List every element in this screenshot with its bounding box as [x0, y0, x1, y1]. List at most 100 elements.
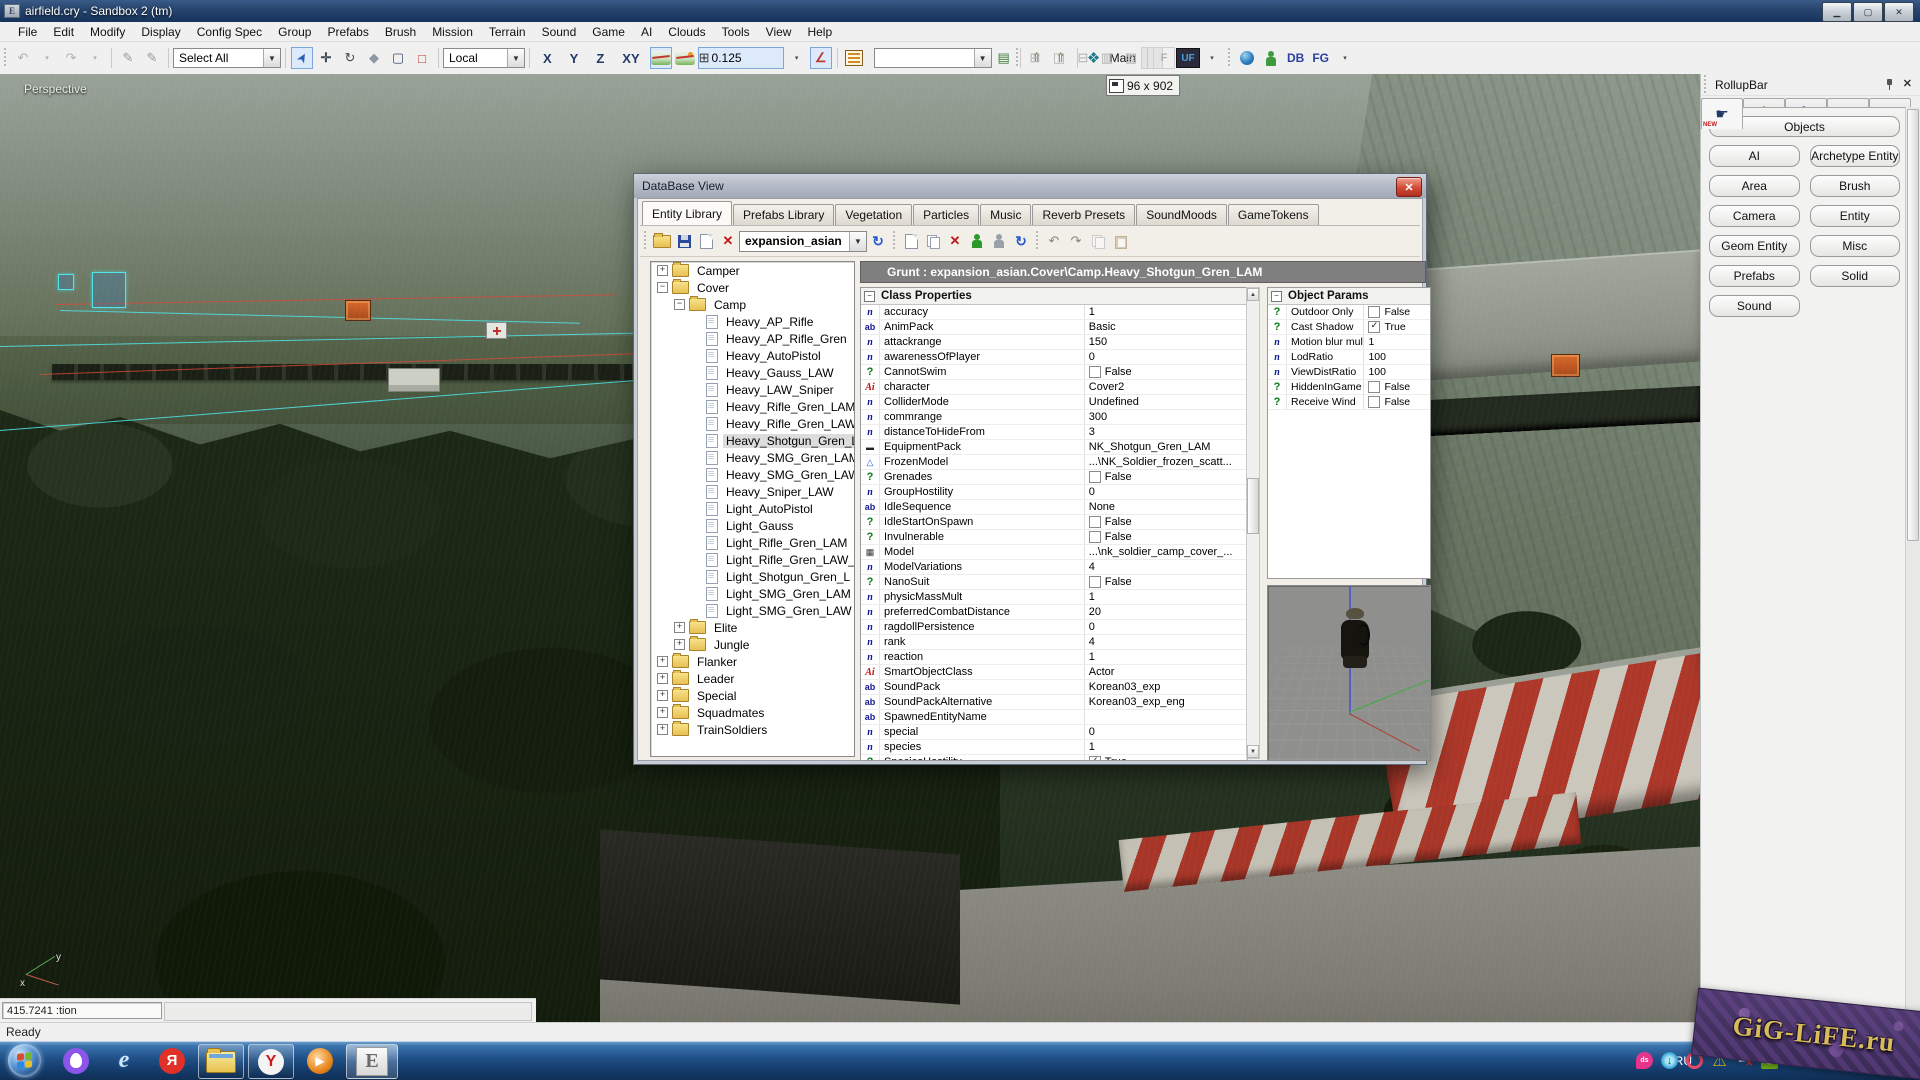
combo-arrow-icon[interactable]: ▼: [507, 49, 524, 67]
library-combo[interactable]: expansion_asian ▼: [739, 231, 867, 252]
property-row-rank[interactable]: nrank4: [861, 635, 1247, 650]
tree-item-light-rifle-gren-lam[interactable]: Light_Rifle_Gren_LAM: [651, 534, 854, 551]
property-row-ragdollpersistence[interactable]: nragdollPersistence0: [861, 620, 1247, 635]
paste-icon[interactable]: [1110, 231, 1130, 251]
property-value[interactable]: 150: [1085, 335, 1247, 349]
toolbar-grip[interactable]: [1227, 48, 1232, 68]
scroll-thumb[interactable]: [1907, 109, 1919, 541]
dialog-tab-prefabs-library[interactable]: Prefabs Library: [733, 204, 834, 225]
property-row-receive-wind[interactable]: ?Receive WindFalse: [1268, 395, 1430, 410]
dialog-tab-particles[interactable]: Particles: [913, 204, 979, 225]
dialog-tab-gametokens[interactable]: GameTokens: [1228, 204, 1319, 225]
checkbox-unchecked[interactable]: [1089, 366, 1101, 378]
taskbar-app-launcher[interactable]: [56, 1044, 96, 1077]
tree-item-cover[interactable]: −Cover: [651, 279, 854, 296]
menu-file[interactable]: File: [10, 23, 45, 41]
scroll-down-icon[interactable]: ▼: [1247, 745, 1259, 758]
property-row-grenades[interactable]: ?GrenadesFalse: [861, 470, 1247, 485]
update-tray-icon[interactable]: ↓: [1661, 1052, 1678, 1069]
move-tool-icon[interactable]: [315, 47, 337, 69]
close-rollup-icon[interactable]: ✕: [1903, 77, 1912, 90]
save-library-icon[interactable]: [674, 231, 694, 251]
scale-tool-icon[interactable]: [363, 47, 385, 69]
get-from-selection-icon[interactable]: [989, 231, 1009, 251]
properties-scrollbar[interactable]: ▲ ▼: [1246, 287, 1260, 759]
tree-item-heavy-ap-rifle[interactable]: Heavy_AP_Rifle: [651, 313, 854, 330]
checkbox-unchecked[interactable]: [1089, 471, 1101, 483]
copy-icon[interactable]: [1088, 231, 1108, 251]
property-row-preferredcombatdistance[interactable]: npreferredCombatDistance20: [861, 605, 1247, 620]
toolbar-grip[interactable]: [3, 48, 8, 68]
select-mode-combo[interactable]: Select All ▼: [173, 48, 281, 68]
collapse-icon[interactable]: −: [1271, 291, 1282, 302]
property-value[interactable]: 0: [1085, 620, 1247, 634]
property-row-equipmentpack[interactable]: ▬EquipmentPackNK_Shotgun_Gren_LAM: [861, 440, 1247, 455]
property-row-model[interactable]: ▦Model...\nk_soldier_camp_cover_...: [861, 545, 1247, 560]
property-value[interactable]: NK_Shotgun_Gren_LAM: [1085, 440, 1247, 454]
menu-group[interactable]: Group: [270, 23, 319, 41]
pin-icon[interactable]: [1884, 79, 1894, 89]
tree-item-heavy-autopistol[interactable]: Heavy_AutoPistol: [651, 347, 854, 364]
undo-icon[interactable]: [12, 47, 34, 69]
align-grid-icon[interactable]: [1072, 47, 1094, 69]
ai-debug-icon[interactable]: [1260, 47, 1282, 69]
property-value[interactable]: Korean03_exp_eng: [1085, 695, 1247, 709]
menu-view[interactable]: View: [758, 23, 800, 41]
property-row-idlestartonspawn[interactable]: ?IdleStartOnSpawnFalse: [861, 515, 1247, 530]
property-value[interactable]: 300: [1085, 410, 1247, 424]
property-value[interactable]: ✓True: [1085, 755, 1247, 761]
property-value[interactable]: 1: [1085, 590, 1247, 604]
select-area-icon[interactable]: [411, 47, 433, 69]
menu-brush[interactable]: Brush: [377, 23, 424, 41]
checkbox-unchecked[interactable]: [1089, 531, 1101, 543]
axis-button-x[interactable]: X: [535, 47, 560, 69]
grid-snap-combo[interactable]: 0.125: [698, 47, 784, 69]
property-row-nanosuit[interactable]: ?NanoSuitFalse: [861, 575, 1247, 590]
terrain-snap-icon[interactable]: [674, 47, 696, 69]
menu-terrain[interactable]: Terrain: [481, 23, 534, 41]
taskbar-media-player[interactable]: ▶: [300, 1044, 340, 1077]
property-value[interactable]: False: [1085, 515, 1247, 529]
property-row-animpack[interactable]: abAnimPackBasic: [861, 320, 1247, 335]
property-value[interactable]: 4: [1085, 560, 1247, 574]
clone-item-icon[interactable]: [923, 231, 943, 251]
checkbox-unchecked[interactable]: [1089, 576, 1101, 588]
tree-item-light-smg-gren-law[interactable]: Light_SMG_Gren_LAW: [651, 602, 854, 619]
property-value[interactable]: 1: [1085, 650, 1247, 664]
object-button-brush[interactable]: Brush: [1810, 175, 1901, 197]
property-value[interactable]: 3: [1085, 425, 1247, 439]
ds-tray-icon[interactable]: ds: [1636, 1052, 1653, 1069]
drop-terrain-icon[interactable]: [1096, 47, 1118, 69]
object-button-archetype-entity[interactable]: Archetype Entity: [1810, 145, 1901, 167]
add-item-icon[interactable]: [901, 231, 921, 251]
reload-item-icon[interactable]: ↻: [1011, 231, 1031, 251]
property-value[interactable]: Undefined: [1085, 395, 1247, 409]
expand-toggle[interactable]: −: [657, 282, 668, 293]
terrain-follow-icon[interactable]: [650, 47, 672, 69]
property-value[interactable]: Cover2: [1085, 380, 1247, 394]
maximize-button[interactable]: ▢: [1853, 2, 1883, 22]
tree-item-heavy-ap-rifle-gren[interactable]: Heavy_AP_Rifle_Gren: [651, 330, 854, 347]
angle-snap-icon[interactable]: [810, 47, 832, 69]
object-button-misc[interactable]: Misc: [1810, 235, 1901, 257]
checkbox-checked[interactable]: ✓: [1089, 756, 1101, 761]
tree-item-heavy-law-sniper[interactable]: Heavy_LAW_Sniper: [651, 381, 854, 398]
property-row-modelvariations[interactable]: nModelVariations4: [861, 560, 1247, 575]
add-library-icon[interactable]: [696, 231, 716, 251]
dialog-tab-reverb-presets[interactable]: Reverb Presets: [1032, 204, 1135, 225]
tree-item-squadmates[interactable]: +Squadmates: [651, 704, 854, 721]
remove-library-icon[interactable]: ✕: [718, 231, 738, 251]
model-preview[interactable]: [1267, 585, 1431, 761]
menu-display[interactable]: Display: [133, 23, 188, 41]
property-row-physicmassmult[interactable]: nphysicMassMult1: [861, 590, 1247, 605]
tree-item-light-shotgun-gren-l[interactable]: Light_Shotgun_Gren_L: [651, 568, 854, 585]
redo-icon[interactable]: [1066, 231, 1086, 251]
axis-button-xy[interactable]: XY: [614, 47, 647, 69]
dialog-tab-music[interactable]: Music: [980, 204, 1031, 225]
combo-arrow-icon[interactable]: ▼: [263, 49, 280, 67]
property-value[interactable]: Basic: [1085, 320, 1247, 334]
object-params-header[interactable]: − Object Params: [1268, 288, 1430, 305]
object-button-camera[interactable]: Camera: [1709, 205, 1800, 227]
snap-settings-icon[interactable]: [1024, 47, 1046, 69]
dialog-tab-entity-library[interactable]: Entity Library: [642, 201, 732, 225]
